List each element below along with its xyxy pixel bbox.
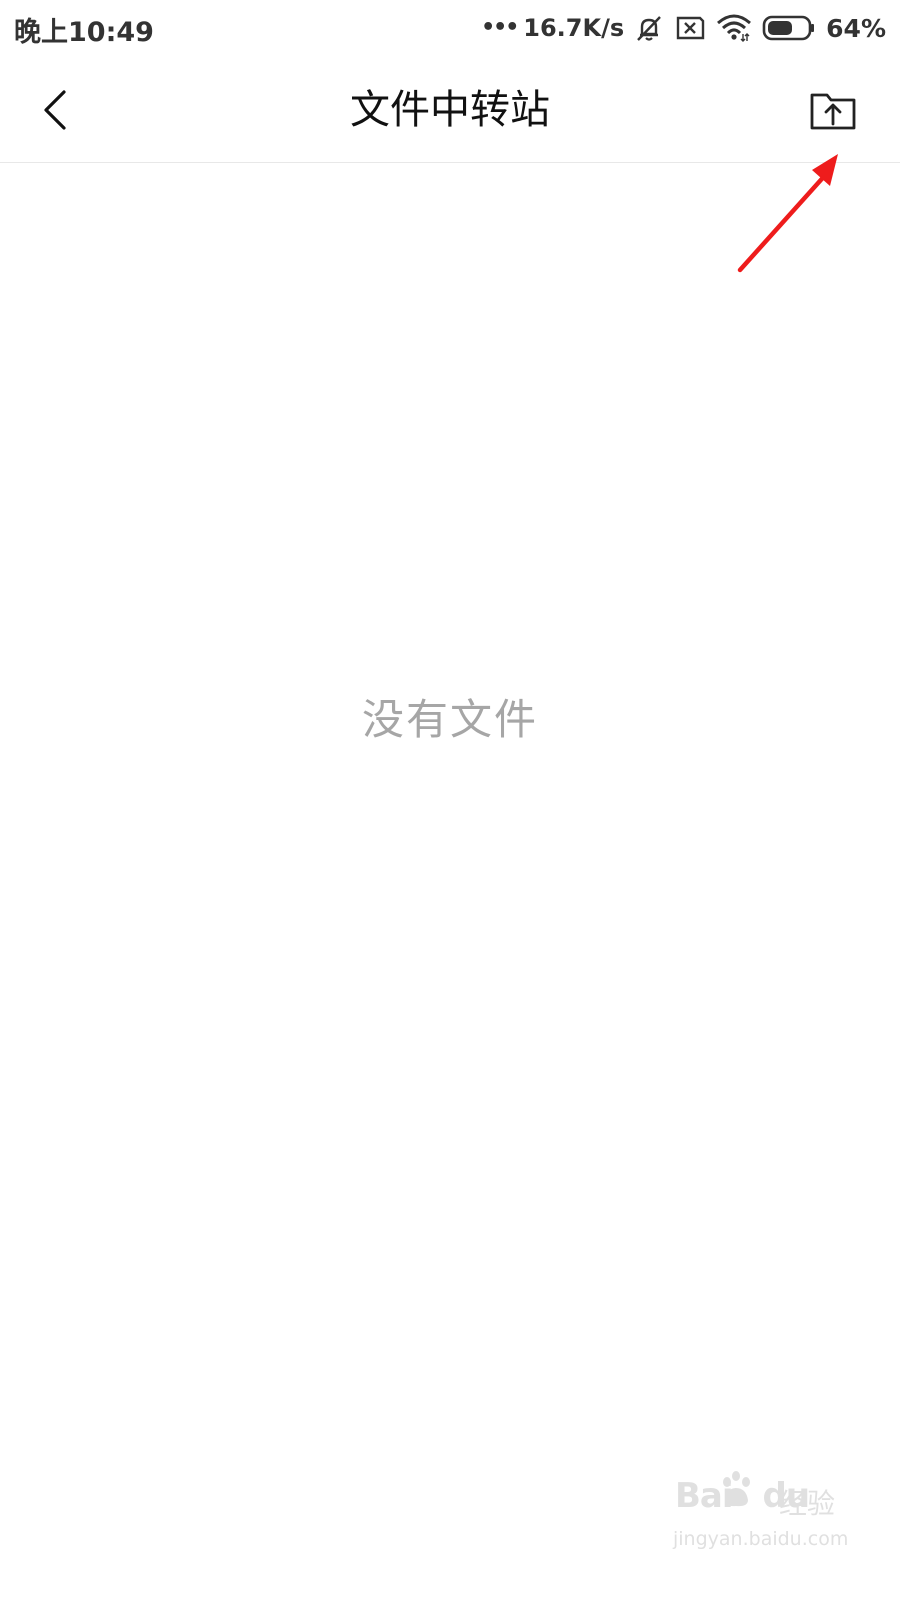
battery-percent: 64% (826, 13, 886, 43)
status-dots: ••• (481, 15, 519, 40)
wifi-icon (716, 13, 752, 43)
status-time: 晚上10:49 (14, 17, 154, 48)
page-title: 文件中转站 (350, 87, 550, 133)
battery-icon (762, 14, 816, 42)
watermark-cn: 经验 (779, 1487, 836, 1520)
empty-state-text: 没有文件 (361, 695, 538, 744)
annotation-arrow-icon (730, 150, 860, 280)
bell-muted-icon (634, 13, 664, 43)
paw-logo-icon (719, 1470, 755, 1514)
nav-bar: 文件中转站 (0, 56, 900, 163)
network-speed: 16.7K/s (523, 14, 625, 42)
watermark-url: jingyan.baidu.com (673, 1528, 849, 1550)
sim-off-icon (674, 15, 706, 41)
status-icons: ••• 16.7K/s 64% (481, 8, 886, 48)
upload-button[interactable] (806, 84, 860, 136)
folder-upload-icon (809, 88, 857, 132)
status-bar: 晚上10:49 ••• 16.7K/s 64% (0, 0, 900, 56)
watermark: Bai du 经验 jingyan.baidu.com (667, 1470, 848, 1560)
